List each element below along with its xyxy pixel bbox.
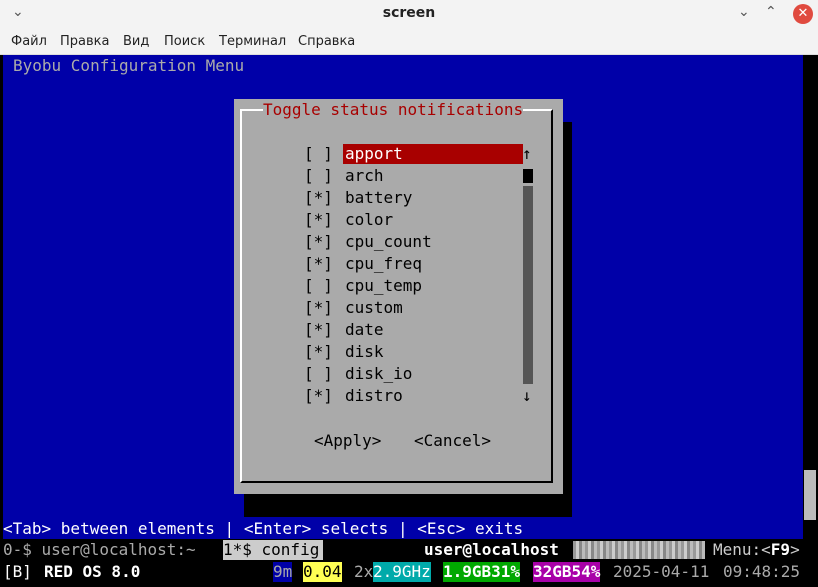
- scrollbar-track[interactable]: [523, 186, 533, 384]
- maximize-icon[interactable]: ⌃: [765, 4, 777, 20]
- checkbox[interactable]: [*]: [304, 386, 333, 405]
- menu-file[interactable]: Файл: [11, 34, 47, 49]
- item-label: apport: [343, 144, 523, 164]
- checkbox[interactable]: [*]: [304, 254, 333, 273]
- disk-usage: 32GB54%: [533, 562, 601, 582]
- date: 2025-04-11: [613, 562, 710, 581]
- scroll-up-arrow-icon[interactable]: ↑: [522, 144, 532, 164]
- scrollbar-thumb[interactable]: [523, 169, 533, 183]
- session-indicator: [B]: [3, 562, 32, 581]
- status-bar-info: [B] RED OS 8.0 9m 0.04 2x 2.9GHz 1.9GB31…: [0, 561, 818, 583]
- menu-hint-end: >: [790, 540, 800, 559]
- checkbox[interactable]: [*]: [304, 342, 333, 361]
- status-bar-windows: 0-$ user@localhost:~ 1*$ config user@loc…: [0, 539, 818, 561]
- window-titlebar: ⌄ screen ⌄ ⌃ ✕: [0, 0, 818, 30]
- menu-hint-key: F9: [770, 540, 791, 559]
- window-scrollbar[interactable]: [804, 470, 816, 520]
- item-label: cpu_count: [345, 232, 432, 251]
- checklist-item-custom[interactable]: [*] custom: [304, 298, 403, 318]
- item-label: disk: [345, 342, 384, 361]
- checkbox[interactable]: [*]: [304, 232, 333, 251]
- checklist-item-disk[interactable]: [*] disk: [304, 342, 384, 362]
- cpu-frequency: 2.9GHz: [373, 562, 431, 582]
- checklist-item-apport[interactable]: [ ] apport: [304, 144, 523, 164]
- item-label: disk_io: [345, 364, 413, 383]
- close-button[interactable]: ✕: [793, 4, 813, 24]
- scroll-down-arrow-icon[interactable]: ↓: [522, 386, 532, 406]
- checkbox[interactable]: [*]: [304, 298, 333, 317]
- time: 09:48:25: [723, 562, 801, 581]
- menu-terminal[interactable]: Терминал: [219, 34, 286, 49]
- item-label: color: [345, 210, 394, 229]
- checklist-item-cpu-temp[interactable]: [ ] cpu_temp: [304, 276, 422, 296]
- item-label: cpu_freq: [345, 254, 423, 273]
- terminal-header: Byobu Configuration Menu: [13, 56, 245, 75]
- item-label: battery: [345, 188, 413, 207]
- checkbox[interactable]: [ ]: [304, 144, 333, 163]
- checkbox[interactable]: [ ]: [304, 166, 333, 185]
- item-label: arch: [345, 166, 384, 185]
- dialog-frame: [240, 109, 553, 483]
- checklist-item-arch[interactable]: [ ] arch: [304, 166, 384, 186]
- checklist-item-distro[interactable]: [*] distro: [304, 386, 403, 406]
- checklist-item-disk-io[interactable]: [ ] disk_io: [304, 364, 412, 384]
- window-title: screen: [382, 5, 436, 21]
- minimize-icon[interactable]: ⌄: [738, 4, 750, 20]
- checklist-item-cpu-count[interactable]: [*] cpu_count: [304, 232, 432, 252]
- item-label: custom: [345, 298, 403, 317]
- checkbox[interactable]: [*]: [304, 320, 333, 339]
- checkbox[interactable]: [ ]: [304, 276, 333, 295]
- hostname: user@localhost: [424, 540, 559, 559]
- checklist-item-cpu-freq[interactable]: [*] cpu_freq: [304, 254, 422, 274]
- menu-search[interactable]: Поиск: [164, 34, 205, 49]
- uptime: 9m: [273, 562, 293, 582]
- menu-help[interactable]: Справка: [298, 34, 355, 49]
- redacted-area: [573, 541, 705, 559]
- window-tab-1[interactable]: 1*$ config: [223, 540, 323, 560]
- menu-hint[interactable]: Menu:<F9>: [713, 540, 800, 560]
- checkbox[interactable]: [*]: [304, 210, 333, 229]
- load-average: 0.04: [303, 562, 342, 582]
- checkbox[interactable]: [*]: [304, 188, 333, 207]
- memory-usage: 1.9GB31%: [443, 562, 521, 582]
- dialog-title: Toggle status notifications: [263, 100, 524, 120]
- checklist-item-color[interactable]: [*] color: [304, 210, 393, 230]
- window-tab-0[interactable]: 0-$ user@localhost:~: [3, 540, 196, 560]
- os-name: RED OS 8.0: [44, 562, 141, 581]
- menu-edit[interactable]: Правка: [60, 34, 109, 49]
- item-label: distro: [345, 386, 403, 405]
- key-hints: <Tab> between elements | <Enter> selects…: [3, 519, 803, 539]
- checkbox[interactable]: [ ]: [304, 364, 333, 383]
- menubar: Файл Правка Вид Поиск Терминал Справка: [0, 30, 818, 55]
- item-label: date: [345, 320, 384, 339]
- cpu-count: 2x: [354, 562, 374, 581]
- checklist-item-date[interactable]: [*] date: [304, 320, 384, 340]
- apply-button[interactable]: <Apply>: [314, 431, 381, 451]
- menu-hint-label: Menu:<: [713, 540, 771, 559]
- checklist-item-battery[interactable]: [*] battery: [304, 188, 412, 208]
- terminal-area[interactable]: Byobu Configuration Menu Toggle status n…: [0, 55, 818, 587]
- menu-view[interactable]: Вид: [123, 34, 149, 49]
- item-label: cpu_temp: [345, 276, 423, 295]
- cancel-button[interactable]: <Cancel>: [414, 431, 491, 451]
